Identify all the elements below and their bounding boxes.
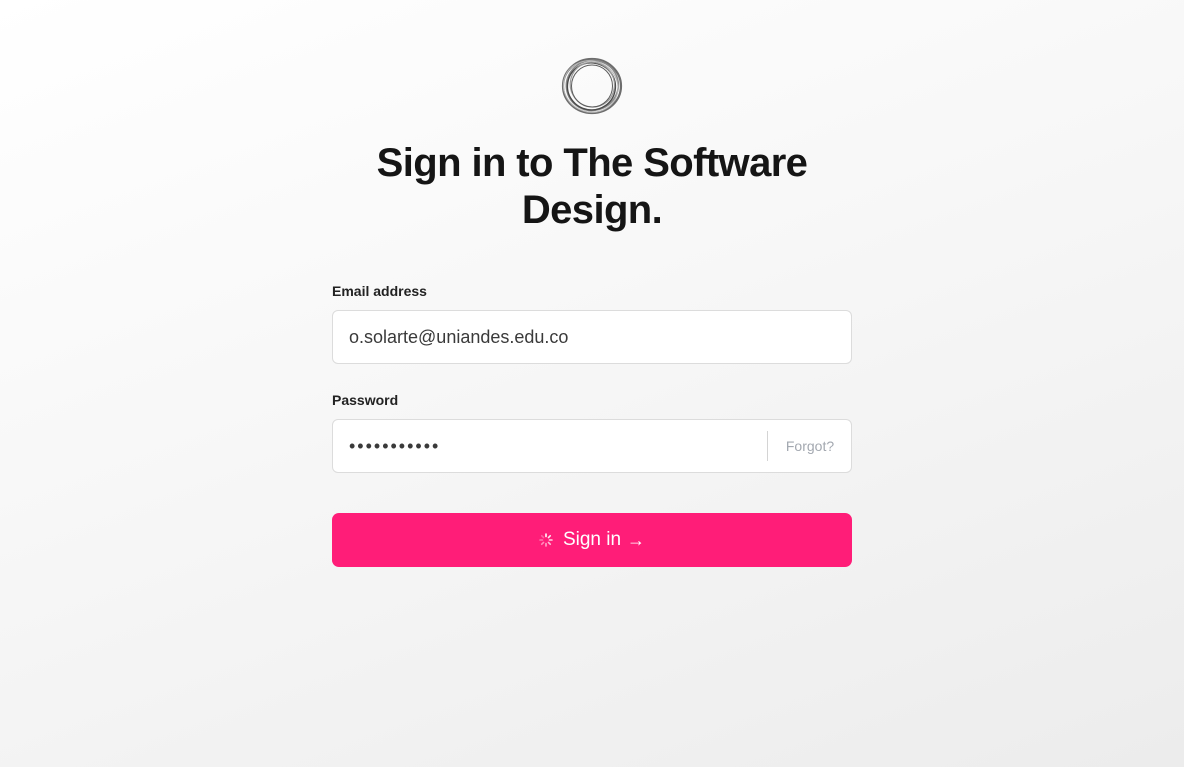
arrow-right-icon: → [627, 530, 646, 550]
sign-in-form: Email address Password Forgot? [332, 280, 852, 567]
email-field-container [332, 310, 852, 364]
sign-in-page: Sign in to The Software Design. Email ad… [0, 0, 1184, 767]
password-label: Password [332, 392, 399, 408]
sign-in-label: Sign in [562, 529, 622, 550]
password-field-container: Forgot? [332, 419, 852, 473]
page-title: Sign in to The Software Design. [376, 141, 808, 232]
field-divider [767, 431, 768, 461]
password-field[interactable] [333, 420, 765, 472]
forgot-password-link[interactable]: Forgot? [769, 420, 851, 472]
email-label: Email address [332, 283, 427, 299]
email-field[interactable] [333, 311, 851, 363]
loading-spinner-icon [539, 533, 553, 547]
ring-logo-icon [558, 54, 626, 118]
sign-in-button[interactable]: Sign in → [332, 513, 852, 567]
